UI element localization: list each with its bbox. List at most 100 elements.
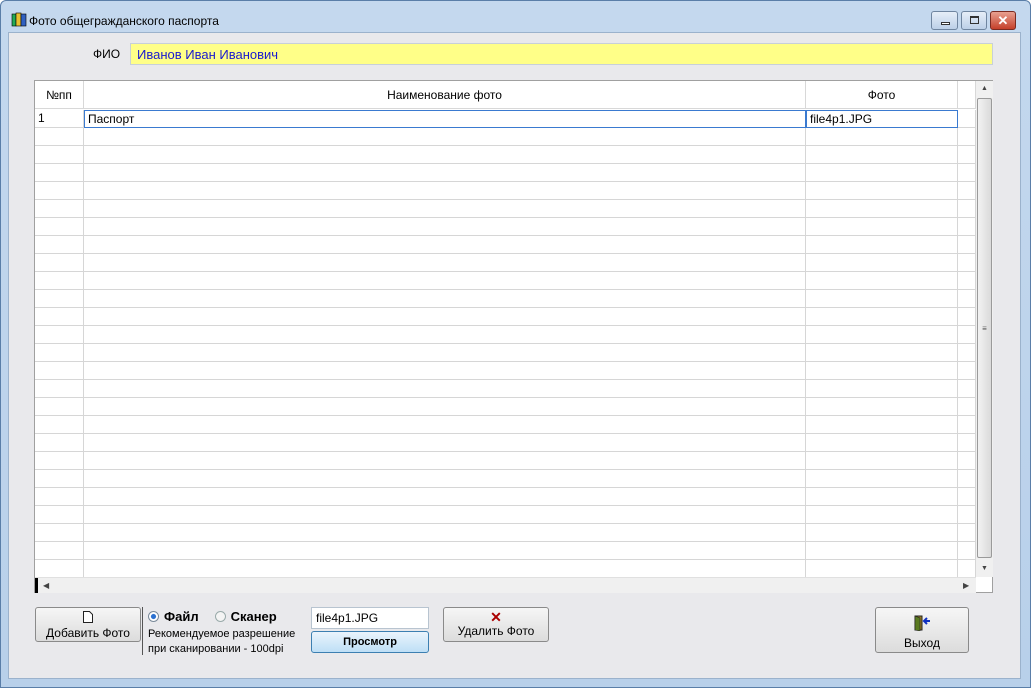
cell-name[interactable] <box>84 218 806 236</box>
cell-photo[interactable] <box>806 146 958 164</box>
cell-name[interactable] <box>84 182 806 200</box>
cell-photo[interactable] <box>806 236 958 254</box>
cell-name[interactable] <box>84 200 806 218</box>
file-name-field[interactable]: file4p1.JPG <box>311 607 429 629</box>
cell-num[interactable] <box>35 524 84 542</box>
table-row[interactable] <box>35 146 976 164</box>
add-photo-button[interactable]: Добавить Фото <box>35 607 141 642</box>
radio-scanner[interactable] <box>214 611 226 622</box>
cell-num[interactable] <box>35 380 84 398</box>
scroll-left-icon[interactable]: ◀ <box>43 578 49 593</box>
table-row[interactable] <box>35 272 976 290</box>
cell-num[interactable] <box>35 146 84 164</box>
table-row[interactable]: 1 Паспорт file4p1.JPG <box>35 110 976 128</box>
cell-num[interactable] <box>35 542 84 560</box>
table-row[interactable] <box>35 506 976 524</box>
cell-photo[interactable] <box>806 398 958 416</box>
cell-photo[interactable] <box>806 434 958 452</box>
cell-photo[interactable] <box>806 506 958 524</box>
column-header-photo[interactable]: Фото <box>806 81 958 109</box>
cell-name[interactable] <box>84 542 806 560</box>
cell-photo[interactable] <box>806 344 958 362</box>
cell-name[interactable] <box>84 452 806 470</box>
cell-num[interactable] <box>35 452 84 470</box>
maximize-button[interactable] <box>961 11 987 30</box>
cell-photo[interactable] <box>806 254 958 272</box>
cell-name[interactable] <box>84 416 806 434</box>
cell-name[interactable] <box>84 398 806 416</box>
table-row[interactable] <box>35 164 976 182</box>
cell-num[interactable] <box>35 470 84 488</box>
cell-num[interactable] <box>35 218 84 236</box>
table-row[interactable] <box>35 524 976 542</box>
cell-num[interactable] <box>35 128 84 146</box>
table-row[interactable] <box>35 488 976 506</box>
table-row[interactable] <box>35 182 976 200</box>
cell-name[interactable] <box>84 344 806 362</box>
cell-name[interactable] <box>84 236 806 254</box>
table-row[interactable] <box>35 380 976 398</box>
table-row[interactable] <box>35 236 976 254</box>
cell-num[interactable] <box>35 434 84 452</box>
table-row[interactable] <box>35 254 976 272</box>
cell-num[interactable] <box>35 416 84 434</box>
table-row[interactable] <box>35 326 976 344</box>
cell-photo[interactable] <box>806 218 958 236</box>
table-row[interactable] <box>35 470 976 488</box>
cell-photo[interactable] <box>806 452 958 470</box>
cell-photo[interactable] <box>806 308 958 326</box>
view-button[interactable]: Просмотр <box>311 631 429 653</box>
table-row[interactable] <box>35 362 976 380</box>
cell-name[interactable] <box>84 272 806 290</box>
table-row[interactable] <box>35 218 976 236</box>
radio-scanner-label[interactable]: Сканер <box>231 609 277 624</box>
table-row[interactable] <box>35 290 976 308</box>
delete-photo-button[interactable]: ✕ Удалить Фото <box>443 607 549 642</box>
cell-name[interactable] <box>84 434 806 452</box>
cell-name[interactable] <box>84 254 806 272</box>
cell-photo[interactable] <box>806 164 958 182</box>
table-row[interactable] <box>35 434 976 452</box>
cell-photo[interactable] <box>806 470 958 488</box>
scroll-right-icon[interactable]: ▶ <box>963 578 969 593</box>
cell-num[interactable] <box>35 560 84 578</box>
cell-photo[interactable] <box>806 200 958 218</box>
cell-name[interactable] <box>84 308 806 326</box>
scroll-thumb-horizontal[interactable] <box>35 578 38 593</box>
table-row[interactable] <box>35 308 976 326</box>
cell-num[interactable] <box>35 290 84 308</box>
table-row[interactable] <box>35 128 976 146</box>
cell-name[interactable] <box>84 146 806 164</box>
table-row[interactable] <box>35 452 976 470</box>
cell-num[interactable] <box>35 326 84 344</box>
scroll-thumb[interactable]: ≡ <box>977 98 992 558</box>
cell-name[interactable] <box>84 290 806 308</box>
cell-photo[interactable] <box>806 416 958 434</box>
table-row[interactable] <box>35 560 976 578</box>
cell-num[interactable] <box>35 254 84 272</box>
cell-photo[interactable] <box>806 524 958 542</box>
cell-name[interactable] <box>84 470 806 488</box>
horizontal-scrollbar[interactable]: ◀ ▶ <box>35 577 976 593</box>
cell-num[interactable] <box>35 164 84 182</box>
cell-name[interactable] <box>84 128 806 146</box>
table-row[interactable] <box>35 542 976 560</box>
table-row[interactable] <box>35 344 976 362</box>
cell-name[interactable] <box>84 380 806 398</box>
cell-photo[interactable] <box>806 362 958 380</box>
radio-file-label[interactable]: Файл <box>164 609 199 624</box>
cell-name[interactable] <box>84 164 806 182</box>
cell-num[interactable] <box>35 506 84 524</box>
fio-field[interactable]: Иванов Иван Иванович <box>130 43 993 65</box>
cell-photo[interactable] <box>806 128 958 146</box>
cell-photo[interactable] <box>806 542 958 560</box>
minimize-button[interactable] <box>931 11 958 30</box>
cell-num[interactable] <box>35 272 84 290</box>
cell-num[interactable] <box>35 362 84 380</box>
cell-name[interactable] <box>84 488 806 506</box>
cell-num[interactable] <box>35 200 84 218</box>
cell-name[interactable] <box>84 506 806 524</box>
cell-photo[interactable] <box>806 560 958 578</box>
radio-file[interactable] <box>148 611 159 622</box>
close-button[interactable]: ✕ <box>990 11 1016 30</box>
